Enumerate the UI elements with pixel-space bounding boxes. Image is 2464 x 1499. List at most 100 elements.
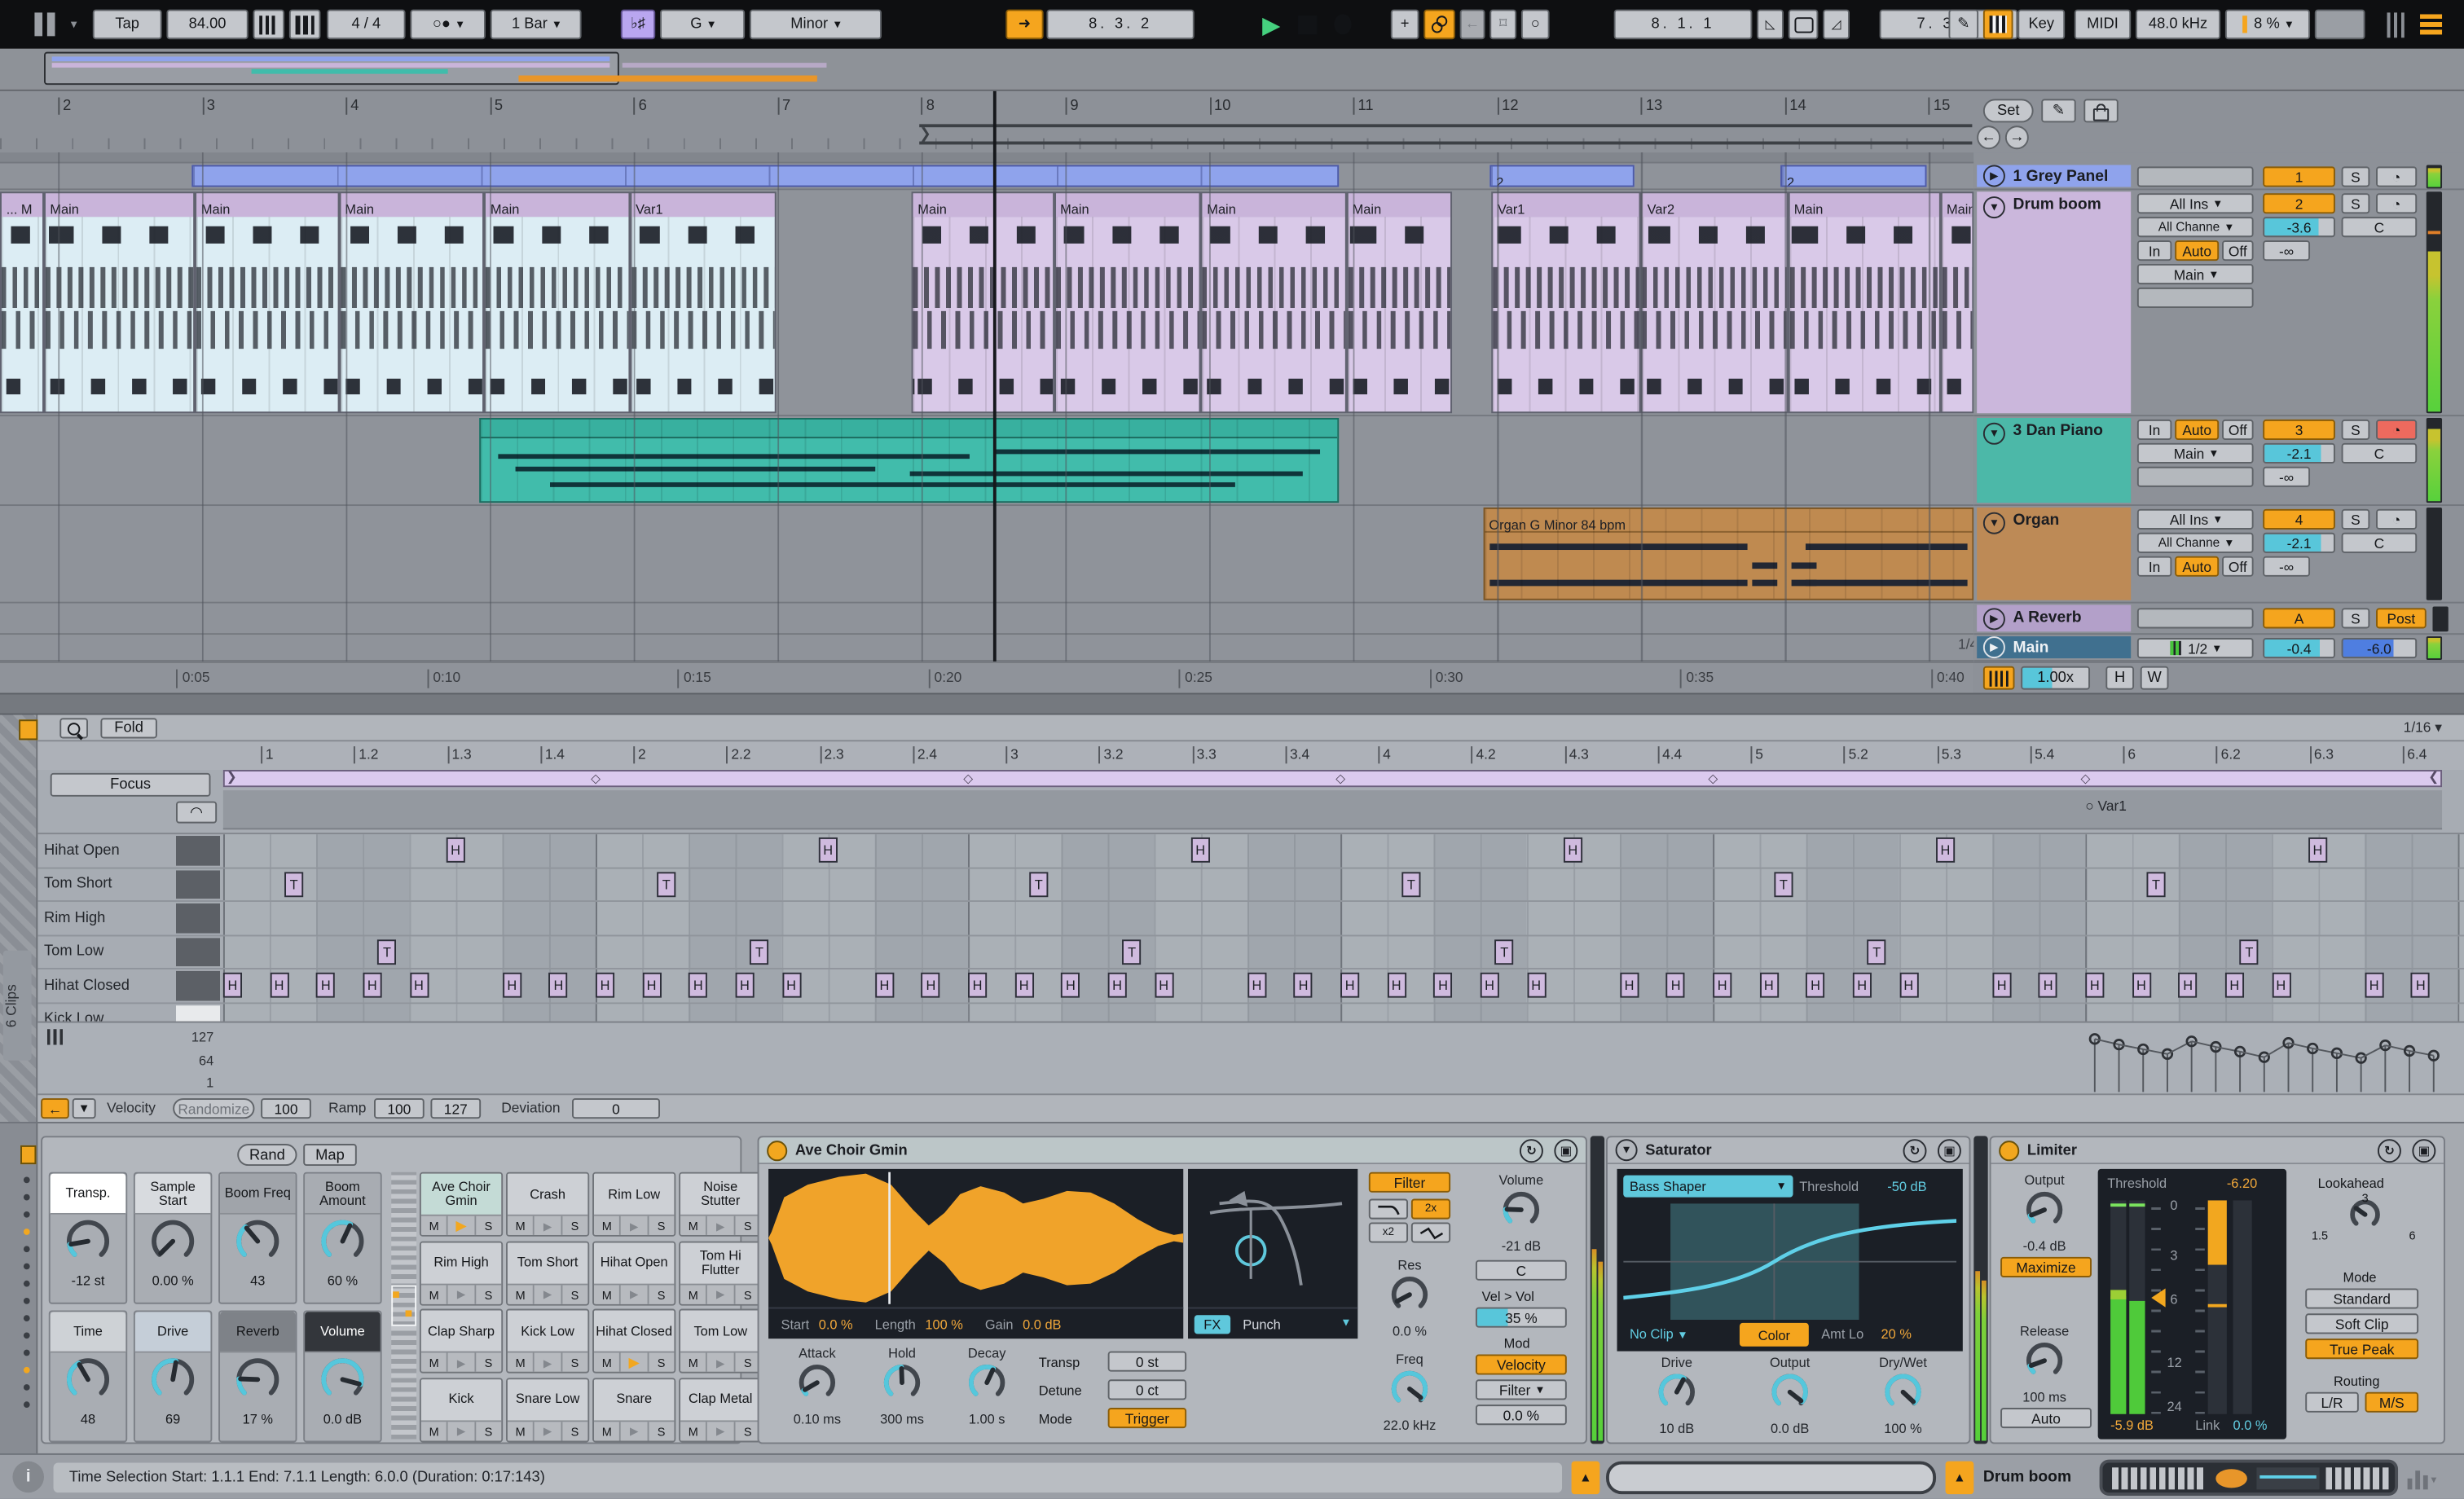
- midi-note[interactable]: H: [1247, 972, 1267, 998]
- clip-piano[interactable]: [479, 418, 1340, 503]
- pad-mute-button[interactable]: M: [507, 1352, 535, 1372]
- mode-standard[interactable]: Standard: [2305, 1288, 2419, 1309]
- limiter-output-knob[interactable]: Output -0.4 dB: [1997, 1172, 2092, 1254]
- clip-drum[interactable]: Main: [484, 191, 630, 414]
- midi-note[interactable]: H: [1666, 972, 1686, 998]
- pad-mute-button[interactable]: M: [507, 1215, 535, 1235]
- session-record-icon[interactable]: [1423, 9, 1455, 40]
- window-options-icon[interactable]: [29, 10, 60, 40]
- zoom-amount-field[interactable]: 1.00x: [2021, 666, 2091, 690]
- pre-post-toggle[interactable]: Post: [2376, 608, 2427, 629]
- arrangement-overview[interactable]: [0, 48, 2464, 91]
- midi-map-button[interactable]: MIDI: [2074, 9, 2132, 40]
- drum-pad-noise-stutter[interactable]: Noise Stutter M ▶ S: [679, 1172, 763, 1237]
- arrangement-loop-brace[interactable]: ❯: [919, 124, 1973, 145]
- volume-field[interactable]: -2.1: [2263, 532, 2335, 553]
- pad-mute-button[interactable]: M: [420, 1421, 449, 1440]
- drum-lane-tom-low[interactable]: Tom Low TTTTTT: [37, 935, 2464, 969]
- pad-play-icon[interactable]: ▶: [535, 1421, 562, 1440]
- pad-solo-button[interactable]: S: [475, 1284, 502, 1303]
- color-toggle[interactable]: Color: [1739, 1322, 1809, 1347]
- lane-grid[interactable]: HHHHHH: [222, 834, 2464, 867]
- loop-diamond-icon[interactable]: ◇: [963, 771, 977, 785]
- arrangement-position-field[interactable]: 8. 3. 2: [1046, 9, 1195, 40]
- solo-button[interactable]: S: [2341, 166, 2370, 187]
- arm-button[interactable]: 2: [2263, 193, 2335, 214]
- lane-arrow-button[interactable]: ←: [41, 1098, 69, 1119]
- search-icon[interactable]: [59, 718, 89, 740]
- drum-pad-kick[interactable]: Kick M ▶ S: [419, 1377, 504, 1442]
- device-chain-thumbnail[interactable]: [2099, 1459, 2399, 1497]
- solo-button[interactable]: S: [2341, 508, 2370, 530]
- pad-mute-button[interactable]: M: [680, 1352, 708, 1372]
- arm-button[interactable]: 4: [2263, 508, 2335, 530]
- groove-pool-button[interactable]: ○●: [410, 9, 486, 40]
- header-drum-boom[interactable]: ▼Drum boom All Ins All Channe In Auto Of…: [1973, 190, 2464, 417]
- unfold-icon[interactable]: ▶: [1982, 165, 2005, 187]
- pad-mute-button[interactable]: M: [594, 1284, 622, 1303]
- drum-lane-hihat-closed[interactable]: Hihat Closed HHHHHHHHHHHHHHHHHHHHHHHHHHH…: [37, 969, 2464, 1004]
- prev-locator-icon[interactable]: ←: [1977, 125, 2001, 150]
- save-preset-icon[interactable]: ▣: [1554, 1138, 1578, 1163]
- pad-mute-button[interactable]: M: [594, 1215, 622, 1235]
- pad-solo-button[interactable]: S: [561, 1352, 588, 1372]
- midi-note[interactable]: H: [1433, 972, 1453, 998]
- midi-note[interactable]: T: [1029, 871, 1049, 897]
- pad-solo-button[interactable]: S: [648, 1352, 675, 1372]
- monitor-off[interactable]: Off: [2222, 240, 2254, 262]
- pad-mute-button[interactable]: M: [680, 1421, 708, 1440]
- midi-note[interactable]: T: [1401, 871, 1421, 897]
- track-lane-drum-boom[interactable]: ... M Main Main Main Main Var1 Main Main…: [0, 190, 1974, 417]
- menu-icon[interactable]: [2417, 10, 2445, 40]
- pad-mute-button[interactable]: M: [420, 1215, 449, 1235]
- length-value[interactable]: 100 %: [925, 1316, 962, 1331]
- midi-note[interactable]: H: [2039, 972, 2058, 998]
- lane-grid[interactable]: [222, 902, 2464, 934]
- drum-pad-crash[interactable]: Crash M ▶ S: [506, 1172, 590, 1237]
- pad-overview-grid[interactable]: [391, 1172, 417, 1440]
- pad-play-icon[interactable]: ▶: [707, 1421, 735, 1440]
- filter-toggle[interactable]: Filter: [1368, 1172, 1451, 1193]
- filter-lp12-icon[interactable]: [1368, 1198, 1409, 1220]
- fold-icon[interactable]: ▼: [1982, 422, 2005, 445]
- clip-drum[interactable]: Main: [1940, 191, 1974, 414]
- midi-note[interactable]: H: [1107, 972, 1127, 998]
- threshold-marker-icon[interactable]: [2151, 1288, 2166, 1308]
- ramp-from-field[interactable]: 100: [374, 1098, 425, 1119]
- midi-note[interactable]: H: [1526, 972, 1546, 998]
- midi-note[interactable]: H: [1340, 972, 1360, 998]
- drum-pad-snare[interactable]: Snare M ▶ S: [592, 1377, 676, 1442]
- fx-toggle[interactable]: FX: [1194, 1314, 1230, 1334]
- midi-note[interactable]: H: [1154, 972, 1173, 998]
- clip-drum[interactable]: Main: [911, 191, 1054, 414]
- drum-pad-tom-short[interactable]: Tom Short M ▶ S: [506, 1240, 590, 1305]
- key-map-button[interactable]: Key: [2017, 9, 2066, 40]
- midi-note[interactable]: T: [377, 939, 397, 965]
- lane-chain-cell[interactable]: [176, 970, 221, 1000]
- midi-note[interactable]: H: [689, 972, 708, 998]
- volume-field[interactable]: -3.6: [2263, 217, 2335, 238]
- options-chevron-icon[interactable]: ▾: [66, 10, 81, 40]
- midi-note[interactable]: H: [1061, 972, 1080, 998]
- drum-pad-clap-metal[interactable]: Clap Metal M ▶ S: [679, 1377, 763, 1442]
- clip-drum[interactable]: Var1: [1491, 191, 1641, 414]
- lane-cue-icon[interactable]: ◠: [176, 801, 218, 824]
- pad-mute-button[interactable]: M: [680, 1284, 708, 1303]
- drum-pad-hihat-open[interactable]: Hihat Open M ▶ S: [592, 1240, 676, 1305]
- midi-note[interactable]: H: [1806, 972, 1825, 998]
- sample-display[interactable]: [768, 1168, 1184, 1308]
- pad-play-icon[interactable]: ▶: [707, 1284, 735, 1303]
- saturator-header[interactable]: ▼ Saturator ↻ ▣: [1607, 1137, 1969, 1165]
- focus-button[interactable]: Focus: [50, 772, 211, 797]
- lane-dropdown-icon[interactable]: ▾: [72, 1098, 96, 1119]
- pad-mute-button[interactable]: M: [420, 1284, 449, 1303]
- cue-icon-active[interactable]: ◔: [2376, 419, 2418, 441]
- maximize-button[interactable]: Maximize: [2000, 1256, 2092, 1277]
- macro-boom-amount[interactable]: Boom Amount 60 %: [303, 1172, 382, 1304]
- clip-organ[interactable]: Organ G Minor 84 bpm: [1482, 507, 1974, 600]
- mode-field[interactable]: Trigger: [1107, 1408, 1187, 1429]
- res-knob[interactable]: Res 0.0 %: [1369, 1257, 1450, 1339]
- midi-note[interactable]: H: [1014, 972, 1034, 998]
- pad-play-icon[interactable]: ▶: [621, 1284, 649, 1303]
- track-lane-dan-piano[interactable]: [0, 416, 1974, 507]
